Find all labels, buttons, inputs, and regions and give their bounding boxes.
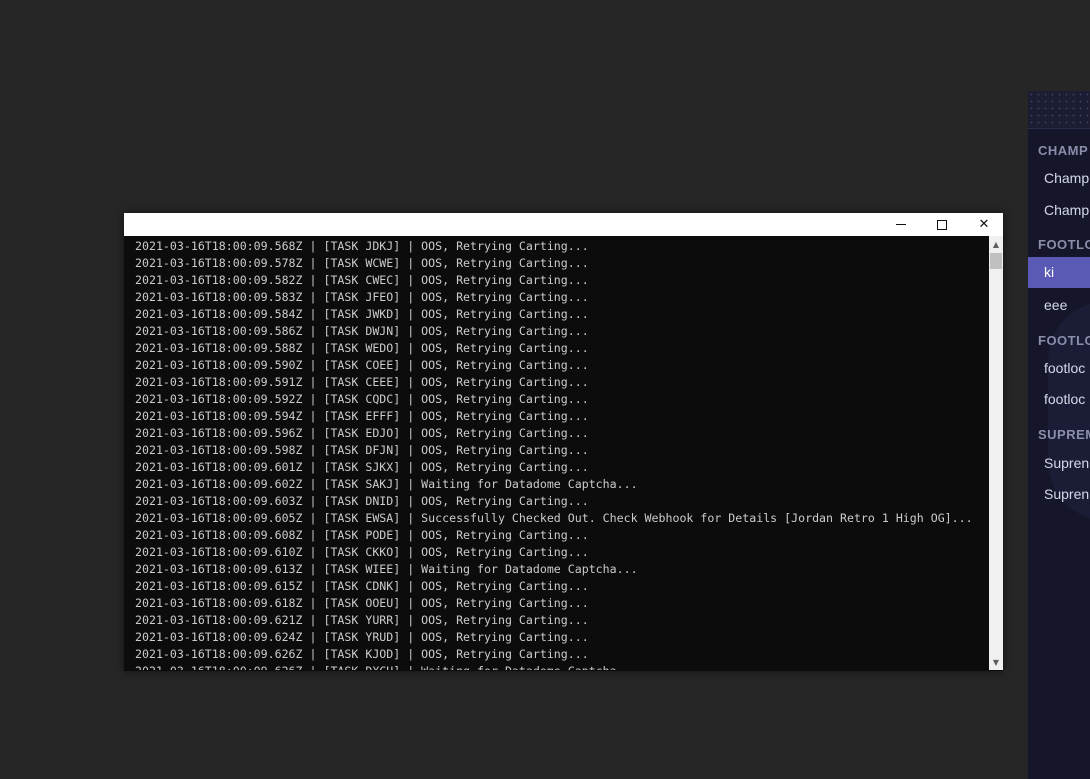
- log-line: 2021-03-16T18:00:09.584Z | [TASK JWKD] |…: [135, 307, 589, 321]
- log-line: 2021-03-16T18:00:09.626Z | [TASK DXCH] |…: [135, 663, 973, 670]
- group-header-supreme: SUPREM: [1038, 427, 1090, 442]
- log-line: 2021-03-16T18:00:09.608Z | [TASK PODE] |…: [135, 528, 589, 542]
- log-line: 2021-03-16T18:00:09.601Z | [TASK SJKX] |…: [135, 460, 589, 474]
- console-output[interactable]: 2021-03-16T18:00:09.568Z | [TASK JDKJ] |…: [124, 236, 989, 670]
- log-line: 2021-03-16T18:00:09.621Z | [TASK YURR] |…: [135, 613, 589, 627]
- maximize-button[interactable]: [920, 213, 964, 236]
- window-titlebar[interactable]: ✕: [124, 213, 1003, 236]
- group-item-supreme-1[interactable]: Supren: [1028, 448, 1090, 479]
- log-line: 2021-03-16T18:00:09.613Z | [TASK WIEE] |…: [135, 562, 638, 576]
- log-line: 2021-03-16T18:00:09.568Z | [TASK JDKJ] |…: [135, 239, 589, 253]
- group-item-footlocker-2[interactable]: footloc: [1028, 384, 1090, 415]
- group-item-champ-1[interactable]: Champ: [1028, 163, 1090, 194]
- log-line: 2021-03-16T18:00:09.598Z | [TASK DFJN] |…: [135, 443, 589, 457]
- log-line: 2021-03-16T18:00:09.582Z | [TASK CWEC] |…: [135, 273, 589, 287]
- log-line: 2021-03-16T18:00:09.590Z | [TASK COEE] |…: [135, 358, 589, 372]
- log-line: 2021-03-16T18:00:09.624Z | [TASK YRUD] |…: [135, 630, 589, 644]
- log-line: 2021-03-16T18:00:09.591Z | [TASK CEEE] |…: [135, 375, 589, 389]
- group-header-footlocker-1: FOOTLO: [1038, 237, 1090, 252]
- log-line: 2021-03-16T18:00:09.578Z | [TASK WCWE] |…: [135, 256, 589, 270]
- log-line: 2021-03-16T18:00:09.588Z | [TASK WEDO] |…: [135, 341, 589, 355]
- group-item-eee[interactable]: eee: [1028, 290, 1090, 321]
- scroll-up-arrow-icon[interactable]: ▲: [989, 236, 1003, 252]
- group-item-champ-2[interactable]: Champ: [1028, 195, 1090, 226]
- log-line: 2021-03-16T18:00:09.602Z | [TASK SAKJ] |…: [135, 477, 638, 491]
- group-item-supreme-2[interactable]: Supren: [1028, 479, 1090, 510]
- log-line: 2021-03-16T18:00:09.610Z | [TASK CKKO] |…: [135, 545, 589, 559]
- log-line: 2021-03-16T18:00:09.618Z | [TASK OOEU] |…: [135, 596, 589, 610]
- app-sidebar-panel: CHAMP Champ Champ FOOTLO ki eee FOOTLO f…: [1028, 91, 1090, 779]
- log-line: 2021-03-16T18:00:09.615Z | [TASK CDNK] |…: [135, 579, 589, 593]
- log-line: 2021-03-16T18:00:09.605Z | [TASK EWSA] |…: [135, 511, 973, 525]
- log-line: 2021-03-16T18:00:09.596Z | [TASK EDJO] |…: [135, 426, 589, 440]
- close-button[interactable]: ✕: [962, 213, 1006, 236]
- maximize-icon: [937, 219, 947, 230]
- group-item-ki[interactable]: ki: [1028, 257, 1090, 288]
- group-header-footlocker-2: FOOTLO: [1038, 333, 1090, 348]
- group-header-champ: CHAMP: [1038, 143, 1089, 158]
- log-line: 2021-03-16T18:00:09.603Z | [TASK DNID] |…: [135, 494, 589, 508]
- minimize-button[interactable]: [879, 213, 923, 236]
- log-line: 2021-03-16T18:00:09.586Z | [TASK DWJN] |…: [135, 324, 589, 338]
- log-line: 2021-03-16T18:00:09.594Z | [TASK EFFF] |…: [135, 409, 589, 423]
- scroll-down-arrow-icon[interactable]: ▼: [989, 654, 1003, 670]
- log-line: 2021-03-16T18:00:09.626Z | [TASK KJOD] |…: [135, 647, 589, 661]
- scrollbar-thumb[interactable]: [990, 253, 1002, 269]
- group-item-footlocker-1[interactable]: footloc: [1028, 353, 1090, 384]
- vertical-scrollbar[interactable]: ▲ ▼: [989, 236, 1003, 670]
- log-line: 2021-03-16T18:00:09.592Z | [TASK CQDC] |…: [135, 392, 589, 406]
- minimize-icon: [896, 224, 906, 225]
- log-lines: 2021-03-16T18:00:09.568Z | [TASK JDKJ] |…: [135, 238, 973, 670]
- console-window: ✕ 2021-03-16T18:00:09.568Z | [TASK JDKJ]…: [124, 213, 1003, 671]
- panel-header-pattern: [1028, 91, 1090, 129]
- log-line: 2021-03-16T18:00:09.583Z | [TASK JFEO] |…: [135, 290, 589, 304]
- close-icon: ✕: [978, 217, 990, 232]
